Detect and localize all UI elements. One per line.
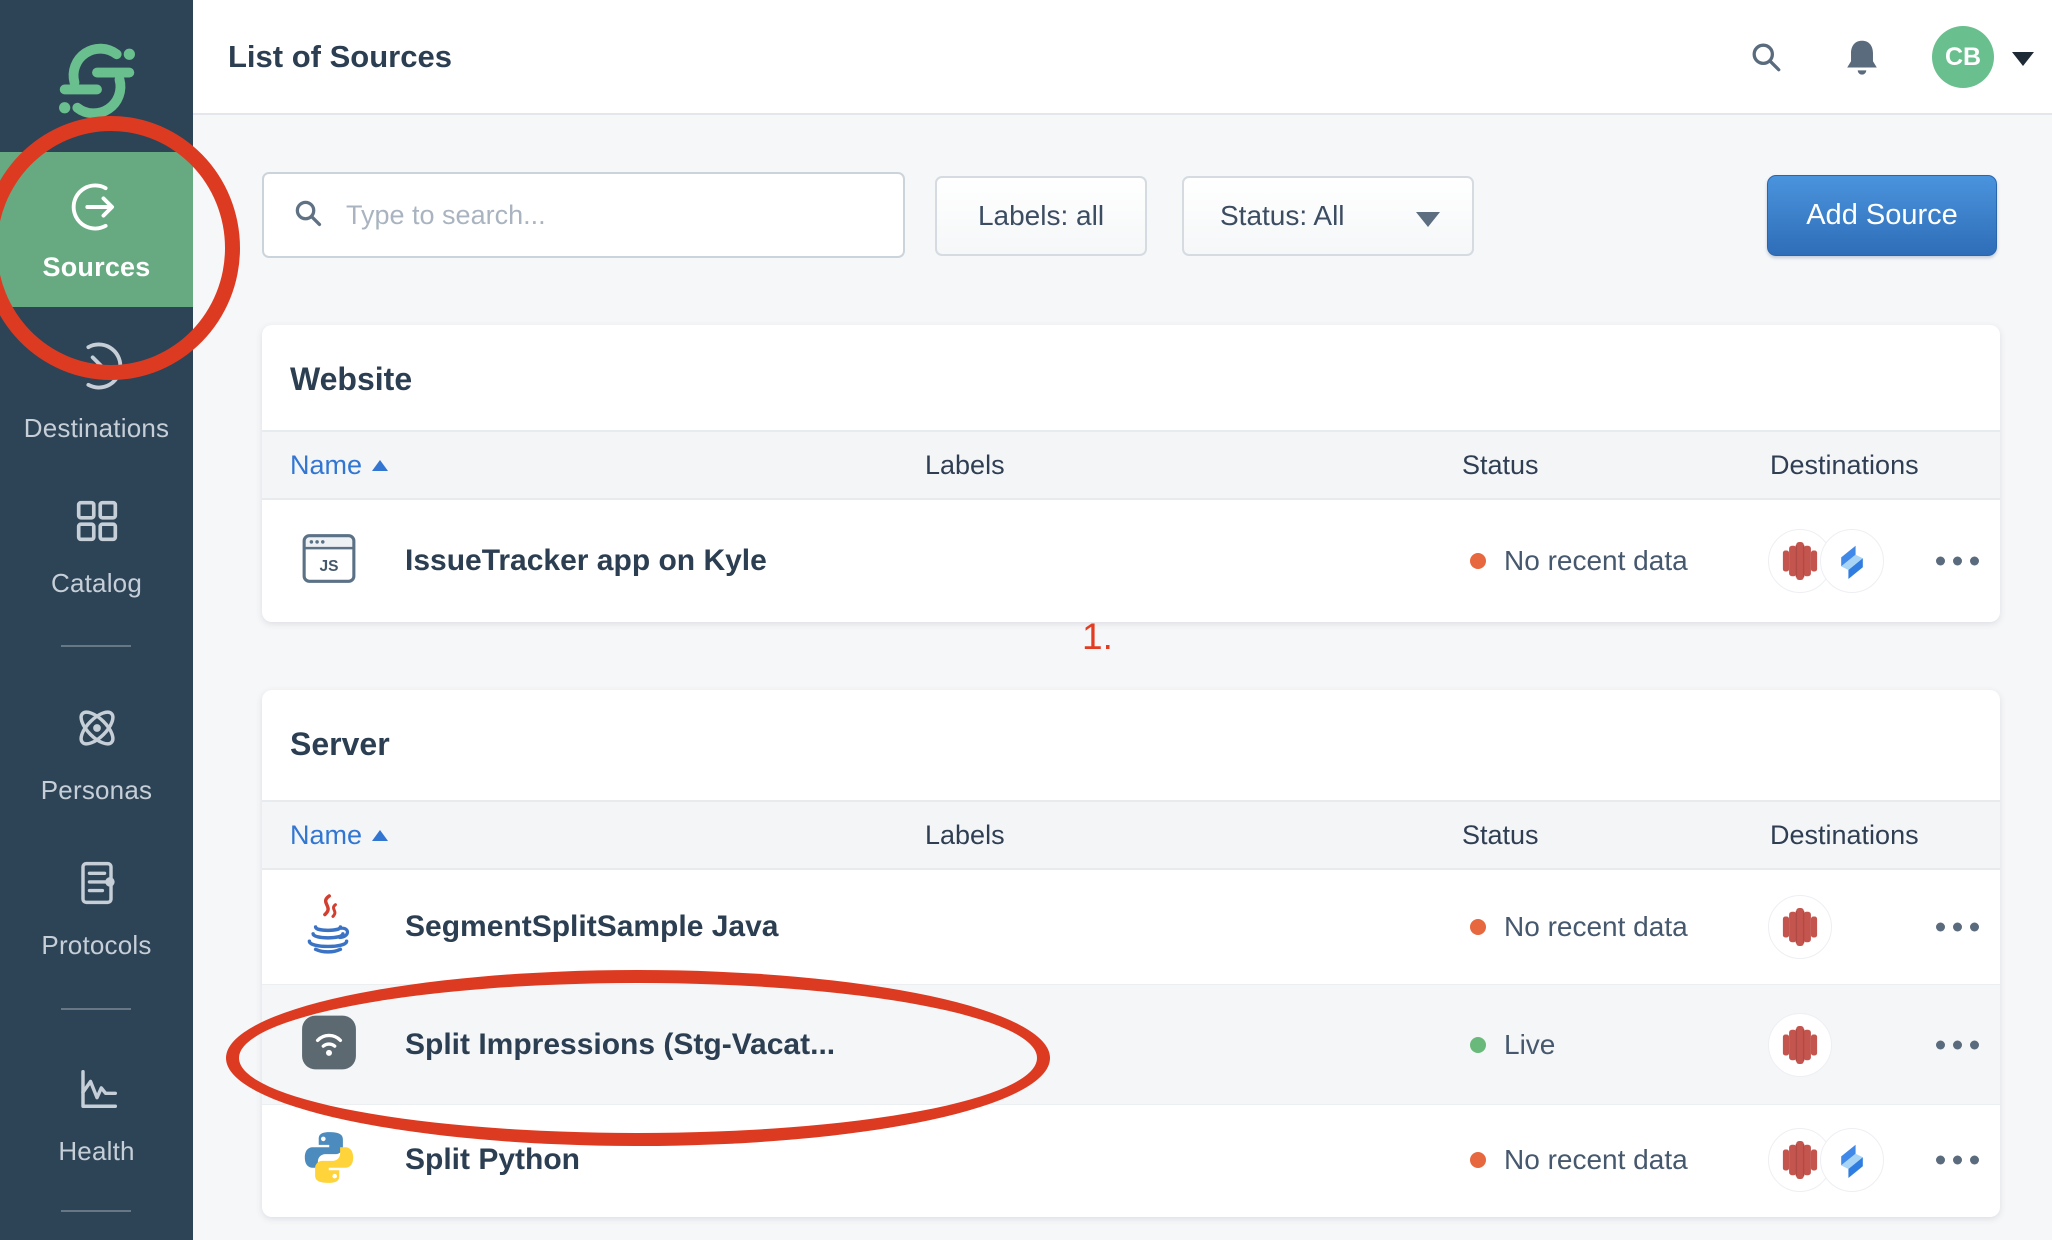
wifi-icon — [300, 1013, 358, 1076]
redshift-icon[interactable] — [1768, 1013, 1832, 1077]
catalog-icon — [0, 493, 193, 554]
page-title: List of Sources — [228, 0, 452, 113]
destinations-icon — [0, 338, 193, 399]
sidebar-item-label: Sources — [0, 252, 193, 283]
global-search-icon[interactable] — [1746, 0, 1786, 113]
destination-badges — [1768, 1013, 1832, 1077]
add-source-button[interactable]: Add Source — [1767, 175, 1997, 256]
table-row[interactable]: SegmentSplitSample Java No recent data — [262, 870, 2000, 985]
status-dot — [1470, 1037, 1486, 1053]
column-header-status: Status — [1462, 802, 1539, 868]
sidebar-item-label: Catalog — [0, 568, 193, 599]
column-header-destinations: Destinations — [1770, 802, 1919, 868]
website-sources-card: Website Name Labels Status Destinations … — [262, 325, 2000, 622]
source-name-link[interactable]: IssueTracker app on Kyle — [405, 544, 767, 578]
table-row[interactable]: Split Python No recent data — [262, 1105, 2000, 1215]
table-header-row: Name Labels Status Destinations — [262, 430, 2000, 500]
personas-icon — [0, 700, 193, 761]
account-menu-caret-icon[interactable] — [2012, 52, 2034, 66]
source-name-link[interactable]: Split Impressions (Stg-Vacat... — [405, 1028, 835, 1062]
sidebar-item-destinations[interactable]: Destinations — [0, 338, 193, 444]
redshift-icon[interactable] — [1768, 895, 1832, 959]
status-dot — [1470, 1152, 1486, 1168]
sidebar-item-catalog[interactable]: Catalog — [0, 493, 193, 599]
status-text: No recent data — [1504, 1144, 1688, 1176]
row-options-button[interactable] — [1930, 551, 1985, 572]
python-icon — [300, 1129, 358, 1192]
row-options-button[interactable] — [1930, 917, 1985, 938]
health-icon — [0, 1061, 193, 1122]
table-row[interactable]: JS IssueTracker app on Kyle No recent da… — [262, 500, 2000, 622]
source-name-link[interactable]: SegmentSplitSample Java — [405, 910, 778, 944]
column-header-status: Status — [1462, 432, 1539, 498]
java-icon — [300, 894, 356, 961]
blue-s-icon[interactable] — [1820, 529, 1884, 593]
destination-badges — [1768, 895, 1832, 959]
section-title: Server — [290, 726, 390, 763]
status-text: No recent data — [1504, 911, 1688, 943]
status-dot — [1470, 919, 1486, 935]
sidebar-divider — [61, 1008, 131, 1010]
status-filter-label: Status: All — [1220, 200, 1345, 232]
sort-ascending-icon — [372, 830, 388, 841]
source-search-field — [262, 172, 905, 258]
status-text: Live — [1504, 1029, 1555, 1061]
top-bar: List of Sources CB — [193, 0, 2052, 115]
segment-logo-icon[interactable] — [52, 36, 142, 131]
sidebar-item-label: Destinations — [0, 413, 193, 444]
source-status: No recent data — [1470, 545, 1688, 577]
sources-icon — [0, 179, 193, 240]
sidebar-item-label: Health — [0, 1136, 193, 1167]
labels-filter-button[interactable]: Labels: all — [935, 176, 1147, 256]
dropdown-caret-icon — [1416, 212, 1440, 227]
section-title: Website — [290, 361, 412, 398]
sidebar-item-protocols[interactable]: Protocols — [0, 855, 193, 961]
source-status: No recent data — [1470, 911, 1688, 943]
sidebar-item-label: Protocols — [0, 930, 193, 961]
sidebar-item-sources[interactable]: Sources — [0, 152, 193, 307]
name-header-label: Name — [290, 450, 362, 481]
sidebar-divider — [61, 645, 131, 647]
status-dot — [1470, 553, 1486, 569]
column-header-labels: Labels — [925, 802, 1005, 868]
source-status: No recent data — [1470, 1144, 1688, 1176]
table-header-row: Name Labels Status Destinations — [262, 800, 2000, 870]
sidebar-divider — [61, 1210, 131, 1212]
javascript-browser-icon: JS — [300, 532, 358, 591]
destination-badges — [1768, 529, 1884, 593]
blue-s-icon[interactable] — [1820, 1128, 1884, 1192]
search-icon — [290, 195, 326, 236]
sidebar-item-personas[interactable]: Personas — [0, 700, 193, 806]
row-options-button[interactable] — [1930, 1150, 1985, 1171]
sort-ascending-icon — [372, 460, 388, 471]
labels-filter-label: Labels: all — [978, 200, 1104, 232]
table-row[interactable]: Split Impressions (Stg-Vacat... Live — [262, 985, 2000, 1105]
user-avatar[interactable]: CB — [1932, 26, 1994, 88]
protocols-icon — [0, 855, 193, 916]
sources-page: Sources Destinations Cata — [0, 0, 2052, 1240]
status-filter-dropdown[interactable]: Status: All — [1182, 176, 1474, 256]
column-header-destinations: Destinations — [1770, 432, 1919, 498]
server-sources-card: Server Name Labels Status Destinations — [262, 690, 2000, 1217]
svg-text:JS: JS — [320, 558, 339, 575]
destination-badges — [1768, 1128, 1884, 1192]
annotation-step-number: 1. — [1082, 616, 1113, 658]
sidebar-item-health[interactable]: Health — [0, 1061, 193, 1167]
name-header-label: Name — [290, 820, 362, 851]
sidebar: Sources Destinations Cata — [0, 0, 193, 1240]
column-header-name[interactable]: Name — [290, 802, 388, 868]
row-options-button[interactable] — [1930, 1034, 1985, 1055]
sidebar-item-label: Personas — [0, 775, 193, 806]
notifications-bell-icon[interactable] — [1841, 0, 1883, 113]
status-text: No recent data — [1504, 545, 1688, 577]
source-name-link[interactable]: Split Python — [405, 1143, 580, 1177]
search-input[interactable] — [344, 199, 903, 232]
column-header-labels: Labels — [925, 432, 1005, 498]
source-status: Live — [1470, 1029, 1555, 1061]
column-header-name[interactable]: Name — [290, 432, 388, 498]
